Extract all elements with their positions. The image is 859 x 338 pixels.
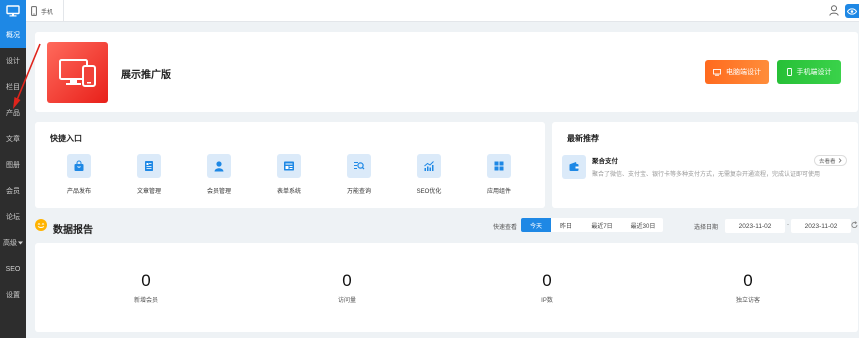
stat-value: 0	[743, 271, 753, 290]
quick-view-label: 快速查看	[493, 225, 518, 231]
pc-design-label: 电脑端设计	[726, 69, 761, 76]
devices-icon	[47, 42, 108, 103]
sidebar-item-label: 高级	[3, 240, 17, 247]
recommend-name: 聚合支付	[592, 158, 618, 165]
quick-item-label: 表单系统	[276, 189, 301, 195]
range-7days-button[interactable]: 最近7日	[581, 218, 623, 232]
sidebar-item-label: 设计	[6, 58, 20, 65]
quick-item-label: 万能查询	[346, 189, 371, 195]
sidebar-item-albums[interactable]: 图册	[0, 152, 26, 178]
stat-label: 访问量	[337, 298, 356, 304]
sidebar-item-overview[interactable]: 概况	[0, 22, 26, 48]
end-date-input[interactable]: 2023-11-02	[791, 219, 851, 233]
person-icon	[207, 154, 231, 178]
sidebar-item-design[interactable]: 设计	[0, 48, 26, 74]
sidebar: 概况 设计 栏目 产品 文章 图册 会员 论坛 高级 SEO 设置	[0, 0, 26, 338]
caret-down-icon	[18, 241, 23, 245]
stat-label: IP数	[541, 298, 553, 304]
edition-title: 展示推广版	[121, 70, 171, 81]
range-30days-button[interactable]: 最近30日	[623, 218, 663, 232]
mobile-design-button[interactable]: 手机端设计	[777, 60, 841, 84]
sidebar-item-forum[interactable]: 论坛	[0, 204, 26, 230]
sidebar-item-label: 产品	[6, 110, 20, 117]
stat-label: 独立访客	[735, 298, 760, 304]
sidebar-item-label: 论坛	[6, 214, 20, 221]
phone-icon	[31, 6, 37, 16]
range-selector: 今天 昨日 最近7日 最近30日	[521, 218, 663, 232]
sidebar-item-label: 图册	[6, 162, 20, 169]
sidebar-item-products[interactable]: 产品	[0, 100, 26, 126]
quick-item-label: SEO优化	[416, 189, 442, 195]
start-date-input[interactable]: 2023-11-02	[725, 219, 785, 233]
mobile-design-label: 手机端设计	[796, 69, 832, 76]
quick-item-label: 产品发布	[66, 189, 91, 195]
recommend-description: 聚合了微信、支付宝、银行卡等多种支付方式，无需复杂开通流程，完成认证即可使用	[592, 172, 821, 178]
view-more-button[interactable]: 去看看	[814, 155, 847, 166]
select-date-label: 选择日期	[694, 225, 719, 231]
sidebar-item-advanced[interactable]: 高级	[0, 230, 26, 256]
document-icon	[137, 154, 161, 178]
monitor-icon	[713, 68, 721, 76]
phone-icon	[786, 68, 792, 76]
wallet-icon	[562, 155, 586, 179]
shopping-bag-icon	[67, 154, 91, 178]
stat-visits: 0 访问量	[277, 271, 417, 304]
device-label: 手机	[41, 9, 54, 16]
sidebar-item-label: 设置	[6, 292, 20, 299]
grid-icon	[487, 154, 511, 178]
stat-label: 新增会员	[133, 298, 158, 304]
chevron-right-icon	[838, 158, 842, 163]
user-icon[interactable]	[829, 5, 839, 18]
sidebar-item-members[interactable]: 会员	[0, 178, 26, 204]
quick-entry-title: 快捷入口	[50, 134, 82, 143]
stat-unique-visitors: 0 独立访客	[678, 271, 818, 304]
quick-item-app-components[interactable]: 应用组件	[469, 154, 529, 195]
search-list-icon	[347, 154, 371, 178]
sidebar-item-label: 文章	[6, 136, 20, 143]
view-more-label: 去看看	[819, 158, 836, 165]
sidebar-item-columns[interactable]: 栏目	[0, 74, 26, 100]
range-today-button[interactable]: 今天	[521, 218, 551, 232]
pc-design-button[interactable]: 电脑端设计	[705, 60, 769, 84]
top-bar: 手机	[26, 0, 859, 22]
recommend-card: 最新推荐 聚合支付 聚合了微信、支付宝、银行卡等多种支付方式，无需复杂开通流程，…	[552, 122, 858, 208]
report-badge-icon	[35, 219, 47, 231]
stat-value: 0	[542, 271, 552, 290]
quick-item-member-manage[interactable]: 会员管理	[189, 154, 249, 195]
quick-item-product-publish[interactable]: 产品发布	[49, 154, 109, 195]
quick-item-form-system[interactable]: 表单系统	[259, 154, 319, 195]
recommend-title: 最新推荐	[567, 134, 599, 143]
refresh-icon[interactable]	[851, 221, 858, 231]
quick-item-label: 应用组件	[486, 189, 511, 195]
quick-item-label: 文章管理	[136, 189, 161, 195]
form-icon	[277, 154, 301, 178]
quick-item-universal-query[interactable]: 万能查询	[329, 154, 389, 195]
sidebar-item-label: 栏目	[6, 84, 20, 91]
report-title: 数据报告	[53, 225, 93, 236]
trend-chart-icon	[417, 154, 441, 178]
stat-value: 0	[141, 271, 151, 290]
sidebar-item-label: 会员	[6, 188, 20, 195]
stat-value: 0	[342, 271, 352, 290]
sidebar-item-settings[interactable]: 设置	[0, 282, 26, 308]
monitor-logo-icon[interactable]	[0, 0, 26, 22]
stat-ip-count: 0 IP数	[477, 271, 617, 304]
range-yesterday-button[interactable]: 昨日	[551, 218, 581, 232]
quick-item-seo[interactable]: SEO优化	[399, 154, 459, 195]
quick-item-article-manage[interactable]: 文章管理	[119, 154, 179, 195]
date-separator: -	[787, 222, 789, 228]
sidebar-item-articles[interactable]: 文章	[0, 126, 26, 152]
stat-new-members: 0 新增会员	[76, 271, 216, 304]
quick-item-label: 会员管理	[206, 189, 231, 195]
hero-card: 展示推广版 电脑端设计 手机端设计	[35, 32, 858, 112]
sidebar-item-label: 概况	[6, 32, 20, 39]
stats-card: 0 新增会员 0 访问量 0 IP数 0 独立访客	[35, 243, 858, 332]
sidebar-item-seo[interactable]: SEO	[0, 256, 26, 282]
sidebar-item-label: SEO	[5, 265, 21, 273]
quick-entry-card: 快捷入口 产品发布 文章管理 会员管理 表单系统 万能查询 SEO优化 应用组件	[35, 122, 545, 208]
preview-eye-icon[interactable]	[845, 4, 859, 18]
mobile-device-switch[interactable]: 手机	[26, 0, 64, 22]
